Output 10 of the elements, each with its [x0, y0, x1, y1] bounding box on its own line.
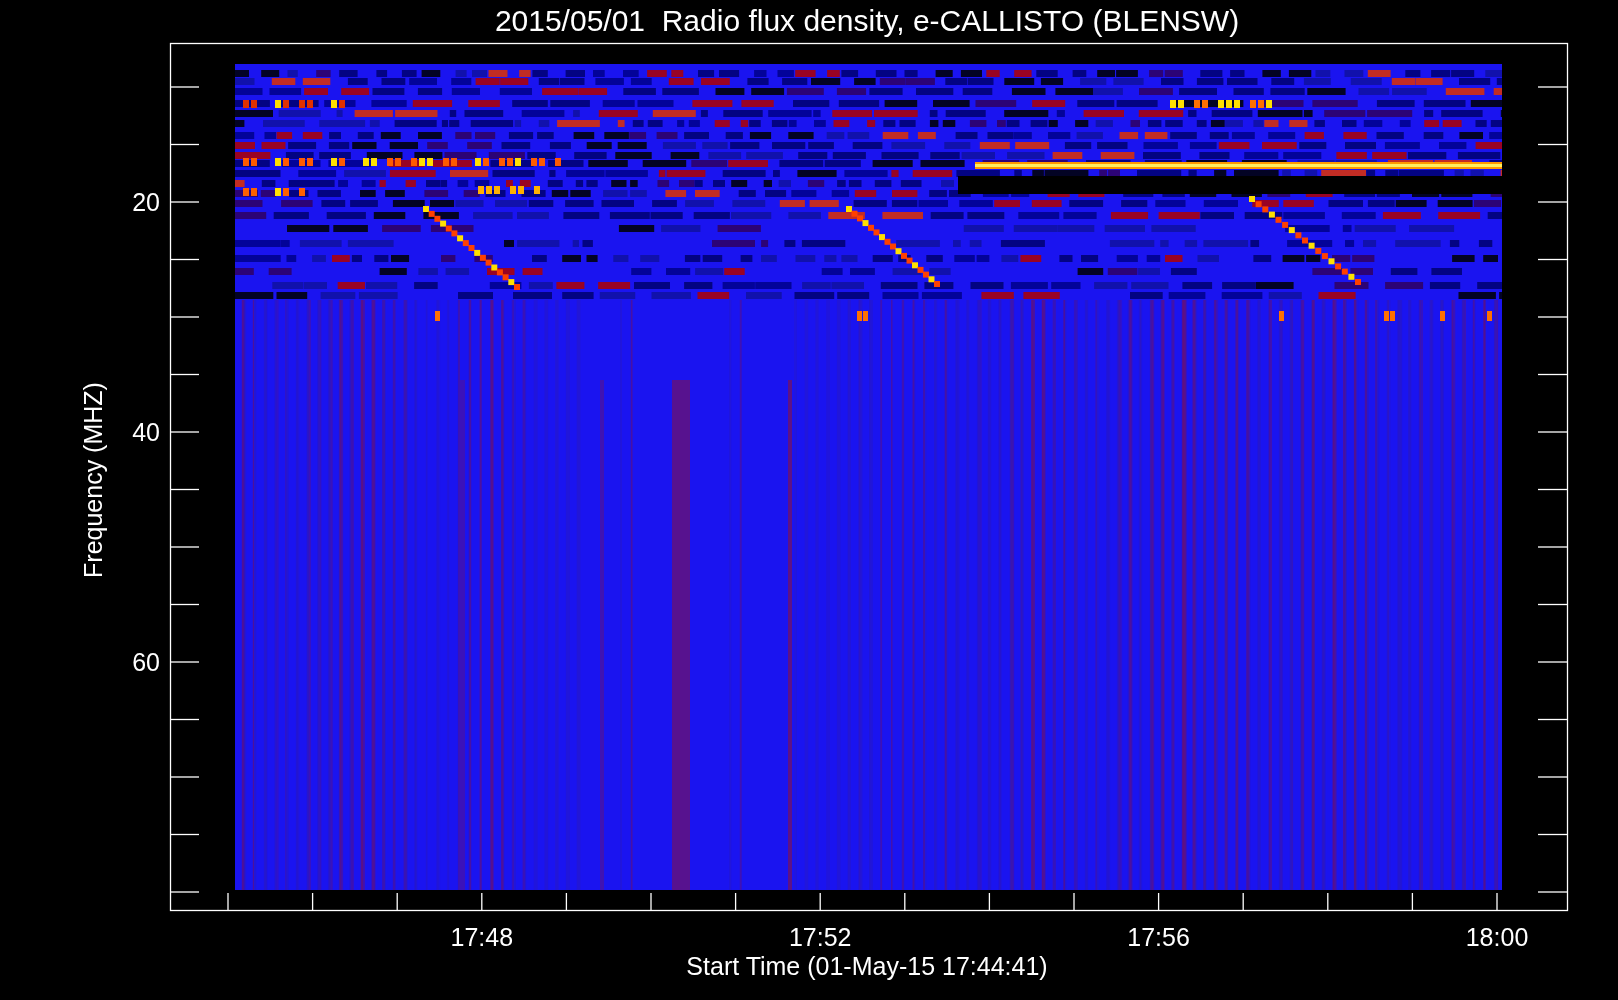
x-tick-label: 17:48: [450, 923, 514, 951]
chart-title: 2015/05/01 Radio flux density, e-CALLISTO (BLENSW): [494, 4, 1240, 37]
x-axis-label: Start Time (01-May-15 17:44:41): [686, 952, 1048, 980]
y-tick-label: 40: [132, 418, 160, 446]
x-tick-label: 17:52: [788, 923, 852, 951]
x-tick-label: 18:00: [1465, 923, 1529, 951]
y-tick-label: 60: [132, 648, 160, 676]
y-axis-label: Frequency (MHZ): [79, 382, 107, 578]
x-tick-label: 17:56: [1127, 923, 1190, 951]
y-tick-label: 20: [132, 188, 160, 216]
